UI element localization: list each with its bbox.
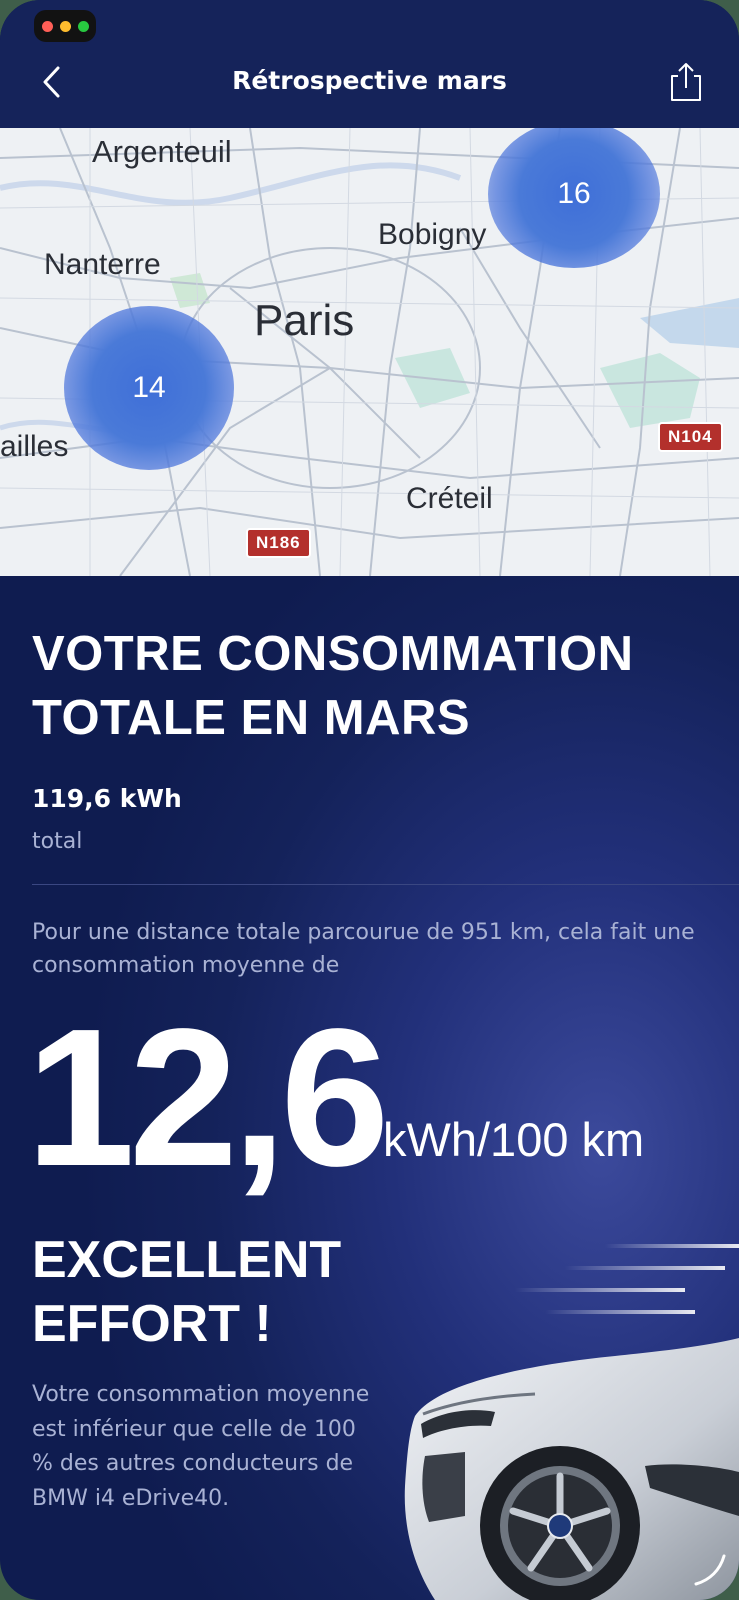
average-intro-text: Pour une distance totale parcourue de 95… — [32, 920, 695, 978]
map-view[interactable]: Argenteuil Bobigny Nanterre Paris ailles… — [0, 128, 739, 576]
map-label-versailles: ailles — [0, 430, 69, 463]
corner-handle-icon — [694, 1554, 726, 1586]
window-controls — [34, 10, 96, 42]
heading-line-1: VOTRE CONSOMMATION — [32, 627, 634, 681]
heading-line-2: TOTALE EN MARS — [32, 691, 471, 745]
summary-heading: VOTRE CONSOMMATION TOTALE EN MARS — [32, 622, 712, 750]
maximize-dot[interactable] — [77, 20, 89, 32]
average-consumption-unit: kWh/100 km — [383, 1113, 645, 1166]
map-label-creteil: Créteil — [406, 482, 493, 515]
divider — [32, 884, 739, 885]
verdict-line-2: EFFORT ! — [32, 1295, 272, 1353]
verdict-line-1: EXCELLENT — [32, 1231, 342, 1289]
app-screen: Rétrospective mars Argenteuil Bobigny Na… — [0, 0, 739, 1600]
close-dot[interactable] — [41, 20, 53, 32]
consumption-summary: VOTRE CONSOMMATION TOTALE EN MARS 119,6 … — [0, 576, 739, 1600]
average-consumption-value: 12,6 — [26, 988, 389, 1207]
share-icon — [671, 63, 701, 101]
map-label-argenteuil: Argenteuil — [92, 134, 232, 169]
total-consumption-value: 119,6 kWh — [32, 784, 182, 813]
share-button[interactable] — [668, 60, 704, 104]
map-label-nanterre: Nanterre — [44, 248, 161, 281]
comparison-text: Votre consommation moyenne est inférieur… — [32, 1382, 370, 1511]
total-consumption-label: total — [32, 829, 83, 854]
road-badge-n186: N186 — [246, 528, 311, 558]
map-cluster-14[interactable]: 14 — [64, 306, 234, 470]
car-image — [404, 1244, 739, 1600]
top-bar: Rétrospective mars — [0, 0, 739, 128]
cluster-count: 16 — [557, 177, 591, 210]
minimize-dot[interactable] — [59, 20, 71, 32]
map-label-paris: Paris — [254, 296, 355, 345]
verdict-heading: EXCELLENT EFFORT ! — [32, 1228, 392, 1356]
road-badge-n104: N104 — [658, 422, 723, 452]
map-label-bobigny: Bobigny — [378, 218, 487, 251]
page-title: Rétrospective mars — [232, 66, 507, 95]
cluster-count: 14 — [132, 371, 166, 404]
